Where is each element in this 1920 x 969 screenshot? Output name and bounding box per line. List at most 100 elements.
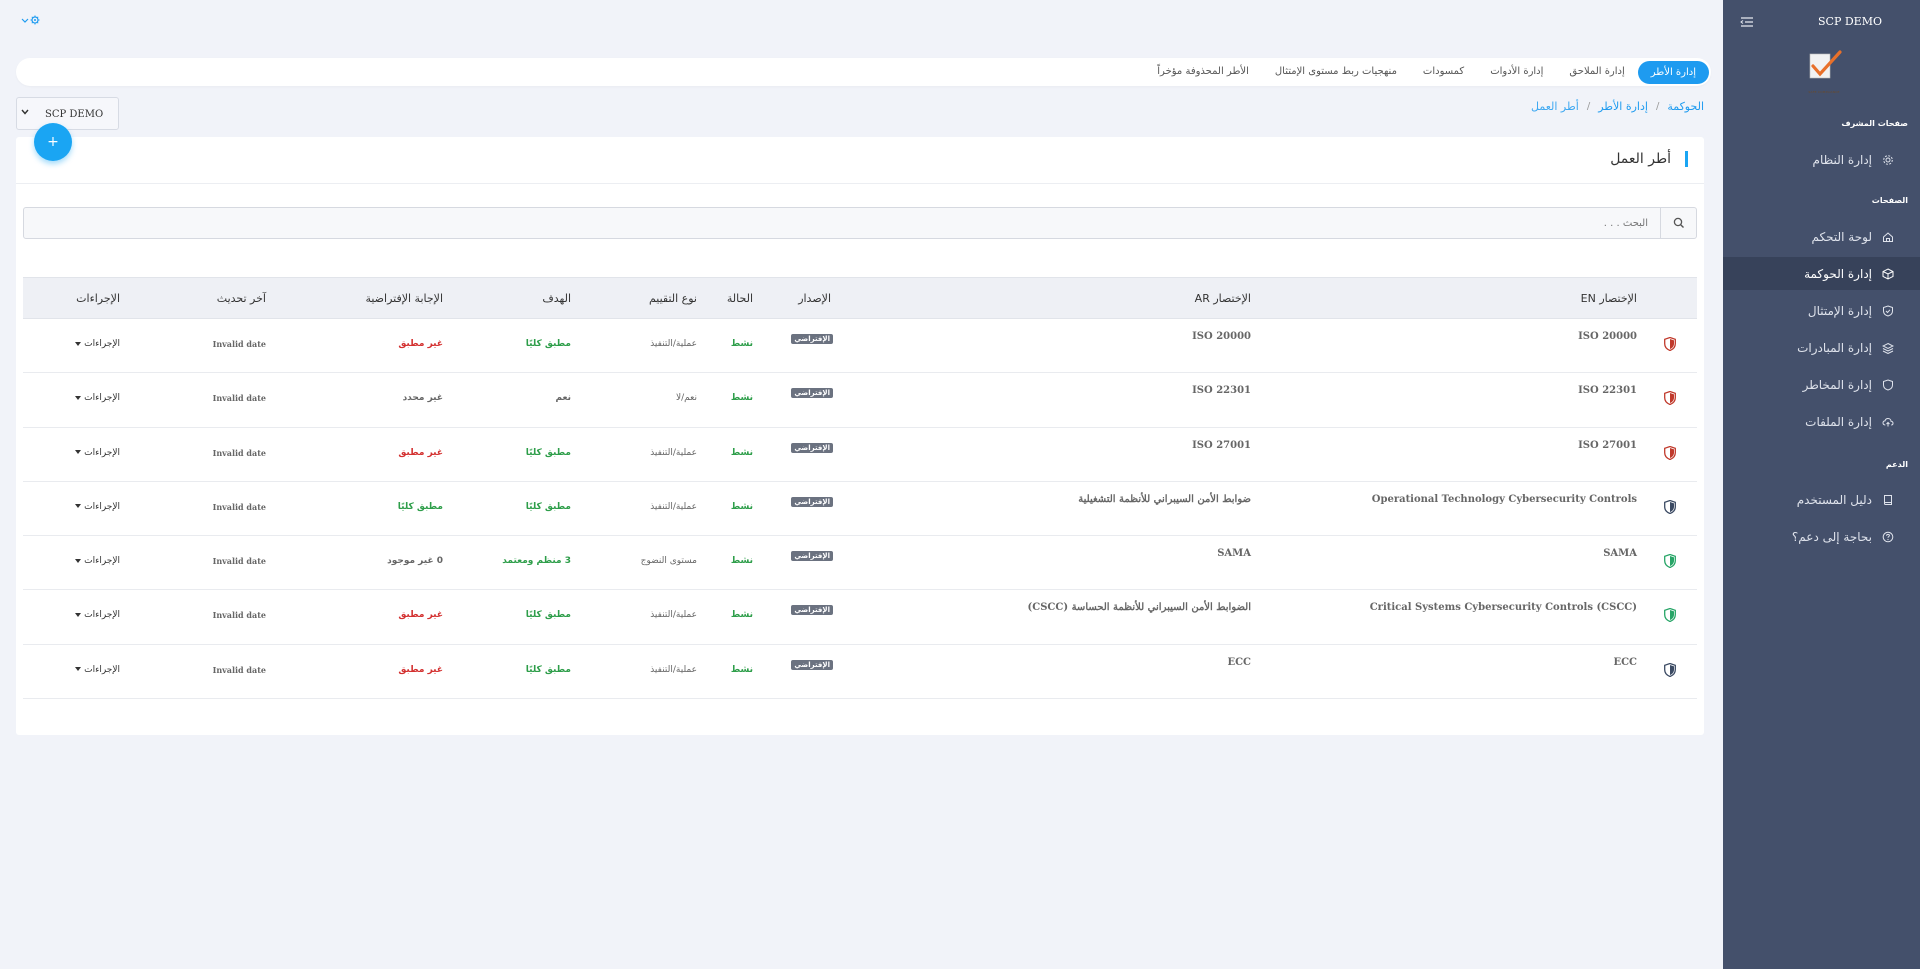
col-header-default[interactable]: الإجابة الإفتراضية [365, 292, 443, 305]
cell-last-updated: Invalid date [212, 339, 266, 349]
cell-last-updated: Invalid date [212, 501, 266, 512]
tab-recently-deleted[interactable]: الأطر المحذوفة مؤخراً [1144, 61, 1262, 83]
cell-last-updated: Invalid date [212, 556, 266, 567]
sidebar-item-label: إدارة المخاطر [1802, 377, 1872, 392]
sidebar-title: SCP DEMO [1818, 15, 1882, 28]
menu-collapse-icon[interactable] [1739, 15, 1755, 29]
search-button[interactable] [1660, 208, 1696, 238]
frameworks-card: أطر العمل الإختصار EN الإختصار AR الإصدا… [16, 137, 1704, 735]
table-row[interactable]: ISO 20000 ISO 20000 الإفتراضي نشط عملية/التن… [23, 319, 1697, 374]
col-header-en[interactable]: الإختصار EN [1581, 292, 1637, 305]
sidebar-item-risks[interactable]: إدارة المخاطر [1723, 368, 1920, 401]
status-badge: نشط [730, 339, 753, 349]
cell-goal: مطبق كليًا [525, 664, 571, 675]
cell-assessment-type: نعم/لا [675, 393, 697, 404]
chevron-down-icon [21, 109, 29, 115]
sidebar-item-label: دليل المستخدم [1796, 492, 1872, 507]
version-badge: الإفتراضي [791, 334, 833, 344]
caret-down-icon [75, 341, 82, 346]
breadcrumb: الحوكمة / إدارة الأطر / أطر العمل [1531, 100, 1704, 113]
col-header-ar[interactable]: الإختصار AR [1195, 292, 1251, 305]
cell-default-answer: 0 غير موجود [387, 556, 443, 567]
add-framework-button[interactable]: + [34, 123, 72, 161]
breadcrumb-current: أطر العمل [1531, 100, 1579, 113]
sidebar-section-pages: الصفحات [1871, 196, 1908, 205]
sidebar-item-governance[interactable]: إدارة الحوكمة [1723, 257, 1920, 290]
cell-goal: مطبق كليًا [525, 501, 571, 512]
sidebar-item-label: إدارة الملفات [1805, 414, 1872, 429]
version-badge: الإفتراضي [791, 388, 833, 399]
framework-shield-icon [1664, 499, 1676, 514]
sidebar-item-compliance[interactable]: إدارة الإمتثال [1723, 294, 1920, 327]
sidebar-item-user-guide[interactable]: دليل المستخدم [1723, 483, 1920, 516]
sidebar-item-need-support[interactable]: بحاجة إلى دعم؟ [1723, 520, 1920, 553]
table-row[interactable]: Operational Technology Cybersecurity Con… [23, 482, 1697, 537]
table-row[interactable]: ISO 22301 ISO 22301 الإفتراضي نشط نعم/لا نعم غ… [23, 373, 1697, 428]
frameworks-table: الإختصار EN الإختصار AR الإصدار الحالة ن… [23, 277, 1697, 700]
sidebar-item-initiatives[interactable]: إدارة المبادرات [1723, 331, 1920, 364]
actions-dropdown[interactable]: الإجراءات [75, 339, 120, 349]
sidebar-section-support: الدعم [1885, 460, 1908, 469]
col-header-goal[interactable]: الهدف [542, 292, 571, 305]
organization-select[interactable]: SCP DEMO [16, 97, 119, 130]
cell-ar: ضوابط الأمن السيبراني للأنظمة التشغيلية [1078, 493, 1251, 505]
version-badge: الإفتراضي [791, 496, 833, 507]
sidebar-item-files[interactable]: إدارة الملفات [1723, 405, 1920, 438]
cell-assessment-type: عملية/التنفيذ [650, 339, 697, 349]
sidebar: SCP DEMO SAFE COMPLIANCE صفحات المشرف إد… [1723, 0, 1920, 969]
table-row[interactable]: ISO 27001 ISO 27001 الإفتراضي نشط عملية/التن… [23, 428, 1697, 482]
col-header-updated[interactable]: آخر تحديث [217, 292, 266, 305]
search-input[interactable] [24, 208, 1660, 238]
col-header-status[interactable]: الحالة [727, 292, 753, 305]
actions-dropdown[interactable]: الإجراءات [75, 448, 120, 458]
help-circle-icon [1882, 531, 1894, 542]
actions-dropdown[interactable]: الإجراءات [75, 610, 120, 620]
table-header: الإختصار EN الإختصار AR الإصدار الحالة ن… [23, 277, 1697, 319]
version-badge: الإفتراضي [791, 605, 833, 616]
breadcrumb-governance[interactable]: الحوكمة [1667, 100, 1704, 113]
col-header-version[interactable]: الإصدار [798, 292, 831, 305]
framework-shield-icon [1664, 445, 1676, 460]
breadcrumb-frameworks[interactable]: إدارة الأطر [1598, 100, 1648, 113]
cell-goal: مطبق كليًا [525, 339, 571, 349]
actions-label: الإجراءات [84, 664, 120, 675]
tab-tools-management[interactable]: إدارة الأدوات [1477, 61, 1556, 83]
book-icon [1884, 494, 1892, 505]
table-row[interactable]: ECC ECC الإفتراضي نشط عملية/التنفيذ مطبق كليً… [23, 645, 1697, 700]
tab-annexes-management[interactable]: إدارة الملاحق [1556, 61, 1637, 83]
tab-frameworks-management[interactable]: إدارة الأطر [1637, 60, 1709, 84]
sidebar-item-dashboard[interactable]: لوحة التحكم [1723, 220, 1920, 253]
caret-down-icon [75, 504, 82, 509]
home-icon [1883, 231, 1893, 242]
cell-en: ECC [1613, 656, 1637, 668]
col-header-type[interactable]: نوع التقييم [649, 292, 697, 305]
cell-en: ISO 27001 [1578, 439, 1637, 451]
breadcrumb-separator: / [1655, 101, 1660, 112]
framework-shield-icon [1664, 391, 1676, 406]
sidebar-item-system-management[interactable]: إدارة النظام [1723, 143, 1920, 176]
actions-dropdown[interactable]: الإجراءات [75, 665, 120, 675]
table-row[interactable]: SAMA SAMA الإفتراضي نشط مستوى النضوج 3 منظم و… [23, 536, 1697, 591]
actions-dropdown[interactable]: الإجراءات [75, 393, 120, 403]
table-row[interactable]: Critical Systems Cybersecurity Controls … [23, 590, 1697, 645]
framework-shield-icon [1664, 554, 1676, 569]
cell-en: ISO 20000 [1578, 331, 1637, 342]
actions-label: الإجراءات [84, 393, 120, 404]
framework-shield-icon [1664, 608, 1676, 623]
layers-icon [1882, 342, 1894, 354]
status-badge: نشط [730, 393, 753, 404]
logo-text: SAFE COMPLIANCE [1808, 90, 1840, 94]
actions-dropdown[interactable]: الإجراءات [75, 502, 120, 512]
tab-compliance-mapping-methodologies[interactable]: منهجيات ربط مستوى الإمتثال [1262, 61, 1410, 83]
actions-dropdown[interactable]: الإجراءات [75, 556, 120, 566]
cell-default-answer: غير مطبق [398, 610, 443, 621]
tab-drafts[interactable]: كمسودات [1410, 61, 1477, 83]
cell-ar: ECC [1227, 656, 1251, 668]
table-body: ISO 20000 ISO 20000 الإفتراضي نشط عملية/التن… [23, 319, 1697, 700]
settings-dropdown[interactable] [20, 13, 44, 27]
version-badge: الإفتراضي [791, 659, 833, 670]
shield-icon [1883, 378, 1893, 391]
sidebar-item-label: لوحة التحكم [1811, 229, 1873, 244]
cell-last-updated: Invalid date [212, 393, 266, 404]
breadcrumb-separator: / [1586, 101, 1591, 112]
